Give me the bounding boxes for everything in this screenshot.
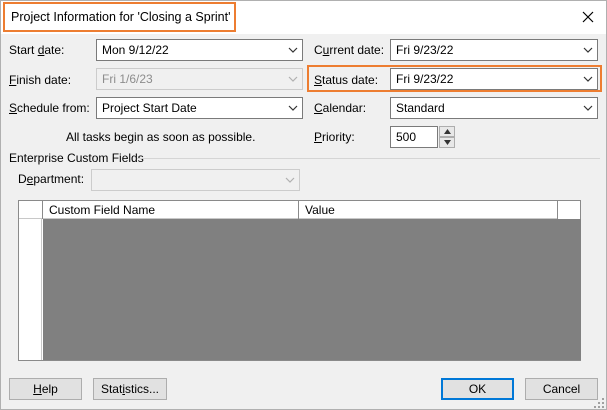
current-date-label: Current date: bbox=[314, 43, 385, 57]
title-bar: Project Information for 'Closing a Sprin… bbox=[1, 1, 606, 34]
schedule-from-value: Project Start Date bbox=[102, 101, 197, 115]
column-header-value[interactable]: Value bbox=[299, 201, 558, 219]
status-date-label: Status date: bbox=[314, 73, 379, 87]
start-date-label: Start date: bbox=[9, 43, 65, 57]
calendar-combo[interactable]: Standard bbox=[390, 97, 598, 119]
row-header-column bbox=[19, 219, 42, 360]
ok-button[interactable]: OK bbox=[441, 378, 514, 400]
status-date-value: Fri 9/23/22 bbox=[396, 72, 454, 86]
finish-date-value: Fri 1/6/23 bbox=[102, 72, 153, 86]
project-information-dialog: Project Information for 'Closing a Sprin… bbox=[0, 0, 607, 410]
finish-date-label: Finish date: bbox=[9, 73, 72, 87]
custom-fields-grid[interactable]: Custom Field Name Value bbox=[18, 200, 581, 361]
department-label: Department: bbox=[18, 172, 85, 186]
grid-header: Custom Field Name Value bbox=[19, 201, 580, 219]
close-icon bbox=[582, 11, 594, 23]
group-divider bbox=[137, 158, 600, 159]
current-date-value: Fri 9/23/22 bbox=[396, 43, 454, 57]
priority-spinner bbox=[439, 126, 455, 148]
column-header-custom-field-name[interactable]: Custom Field Name bbox=[43, 201, 299, 219]
department-combo bbox=[91, 169, 300, 191]
schedule-from-label: Schedule from: bbox=[9, 101, 90, 115]
close-button[interactable] bbox=[576, 6, 600, 28]
status-date-combo[interactable]: Fri 9/23/22 bbox=[390, 68, 598, 90]
chevron-down-icon bbox=[288, 76, 298, 82]
priority-label: Priority: bbox=[314, 130, 355, 144]
schedule-note: All tasks begin as soon as possible. bbox=[66, 130, 256, 144]
start-date-value: Mon 9/12/22 bbox=[102, 43, 169, 57]
chevron-down-icon bbox=[583, 47, 593, 53]
chevron-down-icon bbox=[583, 76, 593, 82]
priority-input[interactable]: 500 bbox=[390, 126, 438, 148]
help-button[interactable]: Help bbox=[9, 378, 82, 400]
calendar-value: Standard bbox=[396, 101, 445, 115]
dialog-title: Project Information for 'Closing a Sprin… bbox=[3, 2, 236, 32]
cancel-button[interactable]: Cancel bbox=[525, 378, 598, 400]
finish-date-combo: Fri 1/6/23 bbox=[96, 68, 303, 90]
row-header-corner bbox=[19, 201, 43, 219]
grid-body[interactable] bbox=[43, 219, 581, 360]
resize-grip-icon[interactable] bbox=[593, 397, 605, 409]
priority-value: 500 bbox=[396, 130, 417, 144]
statistics-button[interactable]: Statistics... bbox=[93, 378, 167, 400]
chevron-down-icon bbox=[285, 177, 295, 183]
spin-up-button[interactable] bbox=[439, 126, 455, 137]
chevron-down-icon bbox=[288, 105, 298, 111]
chevron-down-icon bbox=[583, 105, 593, 111]
start-date-combo[interactable]: Mon 9/12/22 bbox=[96, 39, 303, 61]
current-date-combo[interactable]: Fri 9/23/22 bbox=[390, 39, 598, 61]
chevron-down-icon bbox=[288, 47, 298, 53]
spin-down-icon bbox=[443, 140, 451, 145]
spin-down-button[interactable] bbox=[439, 137, 455, 148]
scrollbar-corner bbox=[558, 201, 580, 219]
spin-up-icon bbox=[443, 129, 451, 134]
enterprise-group-label: Enterprise Custom Fields bbox=[9, 151, 144, 165]
calendar-label: Calendar: bbox=[314, 101, 367, 115]
schedule-from-combo[interactable]: Project Start Date bbox=[96, 97, 303, 119]
